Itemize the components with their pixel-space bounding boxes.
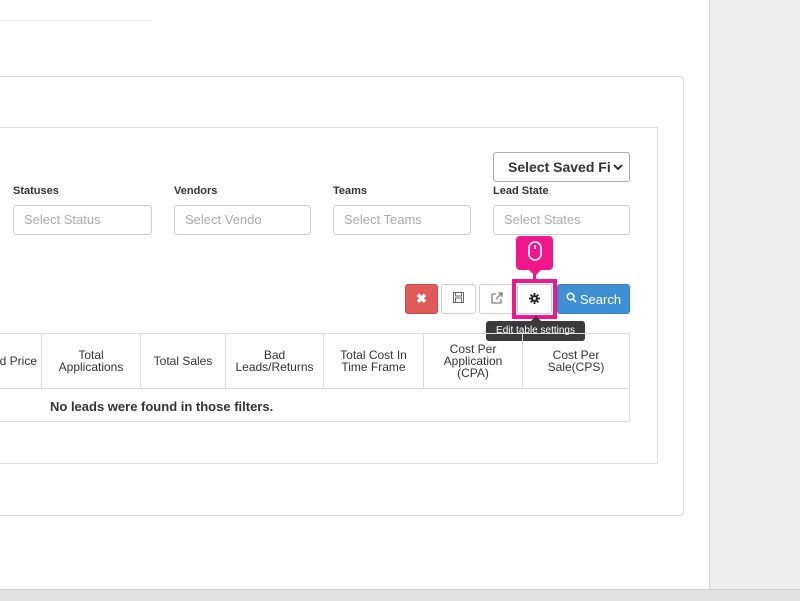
scroll-gutter <box>709 0 800 600</box>
table-empty-row: No leads were found in those filters. <box>0 390 629 422</box>
mouse-click-indicator <box>516 236 553 276</box>
search-icon <box>566 292 577 306</box>
column-header[interactable]: d Price <box>0 334 42 389</box>
column-header[interactable]: Total Cost In Time Frame <box>324 334 424 389</box>
statuses-label: Statuses <box>13 185 59 197</box>
vendor-select[interactable]: Select Vendo <box>174 205 311 235</box>
search-button[interactable]: Search <box>557 284 630 314</box>
lead-state-label: Lead State <box>493 185 549 197</box>
lead-state-select[interactable]: Select States <box>493 205 630 235</box>
column-header[interactable]: Bad Leads/Returns <box>226 334 324 389</box>
team-select[interactable]: Select Teams <box>333 205 471 235</box>
external-link-icon <box>490 291 503 307</box>
status-select[interactable]: Select Status <box>13 205 152 235</box>
floppy-disk-icon <box>453 292 464 306</box>
clear-filters-button[interactable]: ✖ <box>405 284 438 314</box>
column-header[interactable]: Cost Per Application (CPA) <box>424 334 523 389</box>
leads-table: d Price Total Applications Total Sales B… <box>0 333 630 422</box>
mouse-icon <box>527 240 542 266</box>
teams-label: Teams <box>333 185 368 197</box>
saved-filter-select[interactable]: Select Saved Fil <box>493 152 630 182</box>
saved-filter-label: Select Saved Fil <box>508 159 615 175</box>
horizontal-scrollbar[interactable] <box>0 589 800 601</box>
top-divider <box>0 20 152 21</box>
vendors-label: Vendors <box>174 185 218 197</box>
save-filter-button[interactable] <box>441 284 476 314</box>
chevron-down-icon <box>611 153 625 181</box>
empty-message: No leads were found in those filters. <box>50 398 274 414</box>
search-button-label: Search <box>579 291 622 307</box>
column-header[interactable]: Cost Per Sale(CPS) <box>523 334 629 389</box>
column-header[interactable]: Total Applications <box>42 334 141 389</box>
close-icon: ✖ <box>416 291 427 306</box>
export-button[interactable] <box>479 284 514 314</box>
column-header[interactable]: Total Sales <box>141 334 226 389</box>
click-highlight <box>512 279 557 319</box>
